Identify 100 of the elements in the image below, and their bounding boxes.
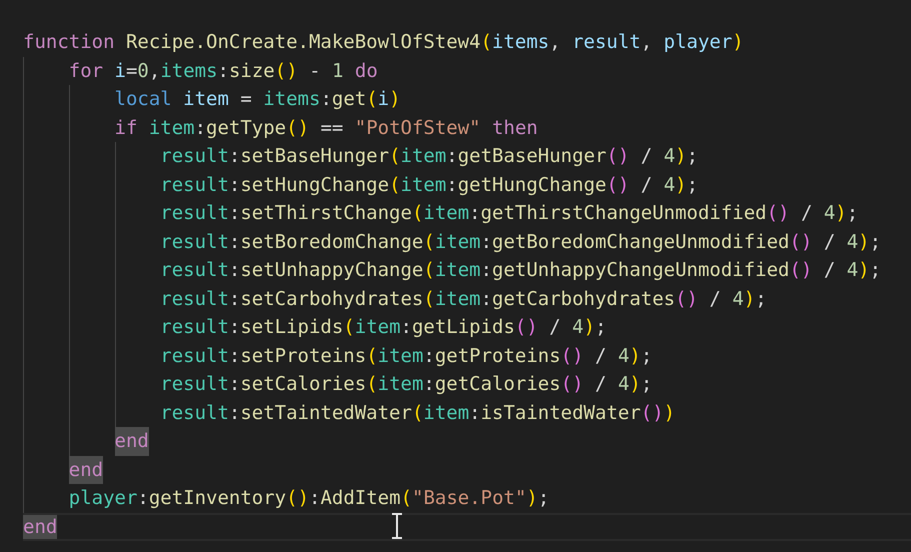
- variable-name: items: [160, 60, 218, 82]
- operator: ;: [755, 288, 767, 310]
- operator: :: [228, 145, 240, 167]
- function-name: getBaseHunger: [458, 145, 606, 167]
- function-name: isTaintedWater: [480, 402, 641, 424]
- operator: :: [423, 373, 435, 395]
- function-name: setCarbohydrates: [240, 288, 424, 310]
- operator: ;: [595, 316, 607, 338]
- bracket: (: [789, 259, 801, 281]
- bracket: (: [560, 344, 572, 366]
- bracket: (: [274, 60, 286, 82]
- bracket: ): [664, 402, 676, 424]
- operator: ;: [870, 230, 882, 252]
- number-literal: 4: [572, 316, 584, 338]
- operator: :: [137, 487, 149, 509]
- bracket: (: [423, 230, 435, 252]
- number-literal: 4: [664, 174, 676, 196]
- operator: ;: [640, 373, 652, 395]
- bracket: ): [618, 174, 630, 196]
- bracket: ): [858, 230, 870, 252]
- number-literal: 1: [332, 60, 344, 82]
- bracket: ): [835, 202, 847, 224]
- variable-name: item: [148, 116, 195, 138]
- operator: ;: [686, 145, 698, 167]
- function-name: setHungChange: [240, 174, 390, 196]
- operator: :: [228, 230, 240, 252]
- text-cursor-icon: [390, 513, 404, 539]
- bracket: (: [343, 316, 355, 338]
- keyword: do: [354, 60, 378, 82]
- variable-name: item: [183, 88, 230, 110]
- variable-name: item: [434, 230, 481, 252]
- string-literal: "PotOfStew": [354, 116, 482, 138]
- bracket: ): [744, 288, 756, 310]
- variable-name: result: [160, 344, 229, 366]
- keyword: end: [114, 427, 149, 456]
- bracket: (: [400, 487, 412, 509]
- bracket: (: [606, 145, 618, 167]
- operator: :: [309, 487, 320, 509]
- function-name: AddItem: [320, 487, 401, 509]
- operator: /: [595, 373, 608, 395]
- bracket: (: [412, 402, 424, 424]
- operator: ,: [148, 60, 160, 82]
- bracket: (: [389, 145, 401, 167]
- bracket: (: [606, 174, 618, 196]
- bracket: (: [766, 202, 778, 224]
- operator: :: [228, 202, 240, 224]
- bracket: ): [584, 316, 596, 338]
- bracket: ): [652, 402, 664, 424]
- operator: :: [320, 88, 332, 110]
- variable-name: item: [378, 373, 424, 395]
- number-literal: 4: [824, 202, 836, 224]
- function-name: getType: [206, 116, 286, 138]
- variable-name: item: [400, 145, 446, 167]
- function-name: getCalories: [434, 373, 561, 395]
- operator: :: [228, 259, 240, 281]
- keyword: end: [68, 456, 104, 484]
- operator: :: [228, 316, 240, 338]
- operator: :: [469, 202, 481, 224]
- function-name: getCarbohydrates: [492, 288, 676, 310]
- variable-name: items: [492, 31, 550, 53]
- bracket: ): [675, 145, 687, 167]
- bracket: ): [526, 487, 538, 509]
- function-name: setUnhappyChange: [240, 259, 424, 281]
- operator: /: [640, 145, 654, 167]
- keyword: function: [23, 31, 116, 53]
- number-literal: 4: [618, 344, 630, 366]
- number-literal: 4: [664, 145, 676, 167]
- operator: /: [800, 202, 814, 224]
- bracket: ): [800, 230, 814, 252]
- variable-name: item: [423, 402, 470, 424]
- variable-name: result: [160, 202, 229, 224]
- bracket: ): [686, 288, 699, 310]
- number-literal: 0: [137, 60, 149, 82]
- keyword: for: [68, 60, 104, 82]
- keyword: then: [492, 116, 538, 138]
- bracket: (: [640, 402, 652, 424]
- operator: ;: [538, 487, 550, 509]
- bracket: (: [286, 116, 298, 138]
- operator: ==: [320, 116, 344, 138]
- operator: ;: [846, 202, 858, 224]
- bracket: (: [789, 230, 801, 252]
- operator: ;: [870, 259, 882, 281]
- variable-name: result: [160, 259, 229, 281]
- operator: :: [480, 288, 492, 310]
- operator: :: [194, 116, 206, 138]
- operator: =: [126, 60, 138, 82]
- operator: :: [228, 344, 240, 366]
- operator: :: [218, 60, 229, 82]
- bracket: (: [423, 259, 435, 281]
- bracket: ): [298, 487, 310, 509]
- variable-name: result: [572, 31, 641, 53]
- operator: /: [709, 288, 722, 310]
- operator: :: [480, 259, 492, 281]
- variable-name: item: [434, 288, 481, 310]
- function-name: setTaintedWater: [240, 402, 412, 424]
- bracket: ): [526, 316, 539, 338]
- variable-name: i: [114, 60, 126, 82]
- operator: ,: [549, 31, 562, 53]
- function-name: setCalories: [240, 373, 366, 395]
- function-name: size: [228, 60, 275, 82]
